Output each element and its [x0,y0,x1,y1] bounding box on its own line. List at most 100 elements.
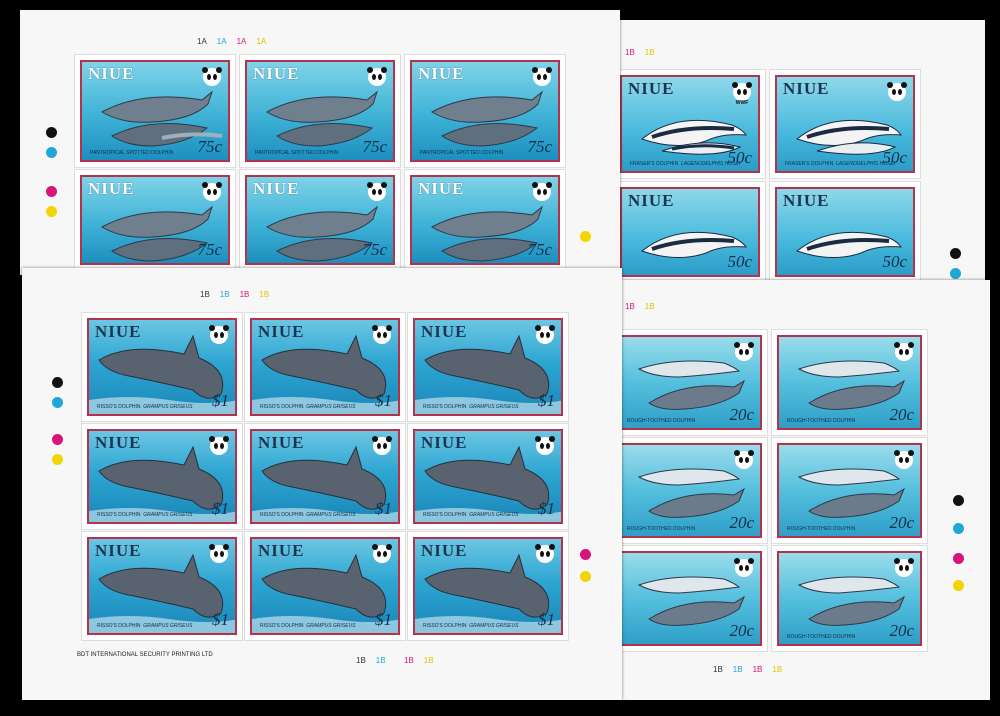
denomination: 75c [362,137,387,156]
stamp-1-dollar: NIUE RISSO'S DOLPHIN Grampus griseus $1 [408,313,568,421]
color-dot-yellow [52,454,63,465]
wwf-panda-icon [534,435,556,459]
wwf-panda-icon [208,324,230,348]
plate-numbers: 1B 1B [404,656,434,665]
species-name: ROUGH-TOOTHED DOLPHIN [627,526,696,532]
country-name: NIUE [258,541,305,560]
stamp-75c: NIUE PANTROPICAL SPOTTED DOLPHIN 75c [405,55,565,167]
denomination: 75c [362,240,387,259]
color-dot-magenta [953,553,964,564]
denomination: $1 [212,499,229,518]
species-name: RISSO'S DOLPHIN Grampus griseus [97,404,193,410]
plate-numbers: 1B 1B [356,656,386,665]
plate-numbers: 1A 1A 1A 1A [197,37,267,46]
country-name: NIUE [421,322,468,341]
stamp-1-dollar: NIUE RISSO'S DOLPHIN Grampus griseus $1 [245,532,405,640]
color-dot-cyan [52,397,63,408]
svg-text:WWF: WWF [736,100,749,105]
denomination: $1 [212,391,229,410]
country-name: NIUE [258,433,305,452]
printer-imprint: BDT INTERNATIONAL SECURITY PRINTING LTD [77,652,213,658]
color-dot-yellow [580,571,591,582]
country-name: NIUE [253,64,300,83]
color-dot-black [953,495,964,506]
color-dot-magenta [46,186,57,197]
stamp-1-dollar: NIUE RISSO'S DOLPHIN Grampus griseus $1 [408,424,568,529]
color-dot-yellow [580,231,591,242]
color-dot-black [46,127,57,138]
country-name: NIUE [628,191,675,210]
wwf-panda-icon [733,341,755,365]
denomination: 20c [889,405,914,424]
country-name: NIUE [628,79,675,98]
stamp-75c: NIUE 75c [240,170,400,270]
stamp-50c: NIUE WWF FRASER'S DOLPHIN Lagenodelphis … [615,70,765,178]
wwf-panda-icon [371,435,393,459]
species-name: ROUGH-TOOTHED DOLPHIN [787,418,856,424]
wwf-panda-icon [733,449,755,473]
wwf-panda-icon: WWF [731,81,753,106]
stamp-1-dollar: NIUE RISSO'S DOLPHIN Grampus griseus $1 [82,424,242,529]
color-dot-cyan [953,523,964,534]
denomination: 20c [729,513,754,532]
species-name: RISSO'S DOLPHIN Grampus griseus [260,623,356,629]
species-name: RISSO'S DOLPHIN Grampus griseus [423,512,519,518]
stamp-50c: NIUE 50c [615,182,765,282]
wwf-panda-icon [201,66,223,90]
stamp-75c: NIUE PANTROPICAL SPOTTED DOLPHIN 75c [75,55,235,167]
denomination: $1 [375,610,392,629]
species-name: RISSO'S DOLPHIN Grampus griseus [423,623,519,629]
wwf-panda-icon [201,181,223,205]
wwf-panda-icon [534,324,556,348]
stamp-75c: NIUE 75c [75,170,235,270]
species-name: ROUGH-TOOTHED DOLPHIN [627,418,696,424]
stamp-1-dollar: NIUE RISSO'S DOLPHIN Grampus griseus $1 [82,313,242,421]
stamp-75c: NIUE 75c [405,170,565,270]
denomination: 50c [882,148,907,167]
color-dot-cyan [46,147,57,158]
denomination: $1 [538,499,555,518]
stamp-1-dollar: NIUE RISSO'S DOLPHIN Grampus griseus $1 [245,424,405,529]
country-name: NIUE [258,322,305,341]
species-name: FRASER'S DOLPHIN Lagenodelphis hosei [785,161,896,167]
stamp-20c: ROUGH-TOOTHED DOLPHIN 20c [772,546,927,651]
denomination: 75c [197,137,222,156]
denomination: 50c [727,148,752,167]
country-name: NIUE [421,541,468,560]
plate-numbers: 1B 1B 1B 1B [200,290,270,299]
wwf-panda-icon [531,66,553,90]
denomination: $1 [375,391,392,410]
wwf-panda-icon [733,557,755,581]
denomination: $1 [212,610,229,629]
wwf-panda-icon [886,81,908,105]
wwf-panda-icon [208,543,230,567]
denomination: 20c [889,513,914,532]
denomination: 50c [727,252,752,271]
country-name: NIUE [421,433,468,452]
stamp-20c: ROUGH-TOOTHED DOLPHIN 20c [612,438,767,543]
denomination: 50c [882,252,907,271]
wwf-panda-icon [893,557,915,581]
denomination: 75c [527,137,552,156]
species-name: RISSO'S DOLPHIN Grampus griseus [423,404,519,410]
stamp-1-dollar: NIUE RISSO'S DOLPHIN Grampus griseus $1 [245,313,405,421]
plate-numbers: 1B 1B 1B 1B [713,665,783,674]
country-name: NIUE [253,179,300,198]
denomination: 75c [527,240,552,259]
denomination: 75c [197,240,222,259]
stamp-20c: ROUGH-TOOTHED DOLPHIN 20c [772,330,927,435]
wwf-panda-icon [366,181,388,205]
stamp-1-dollar: NIUE RISSO'S DOLPHIN Grampus griseus $1 [408,532,568,640]
country-name: NIUE [418,64,465,83]
species-name: PANTROPICAL SPOTTED DOLPHIN [255,150,339,156]
species-name: FRASER'S DOLPHIN Lagenodelphis hosei [630,161,741,167]
wwf-panda-icon [366,66,388,90]
country-name: NIUE [95,322,142,341]
plate-numbers: 1B 1B [625,302,655,311]
country-name: NIUE [95,541,142,560]
country-name: NIUE [783,191,830,210]
color-dot-black [950,248,961,259]
stamp-50c: NIUE FRASER'S DOLPHIN Lagenodelphis hose… [770,70,920,178]
wwf-panda-icon [371,543,393,567]
denomination: $1 [538,391,555,410]
